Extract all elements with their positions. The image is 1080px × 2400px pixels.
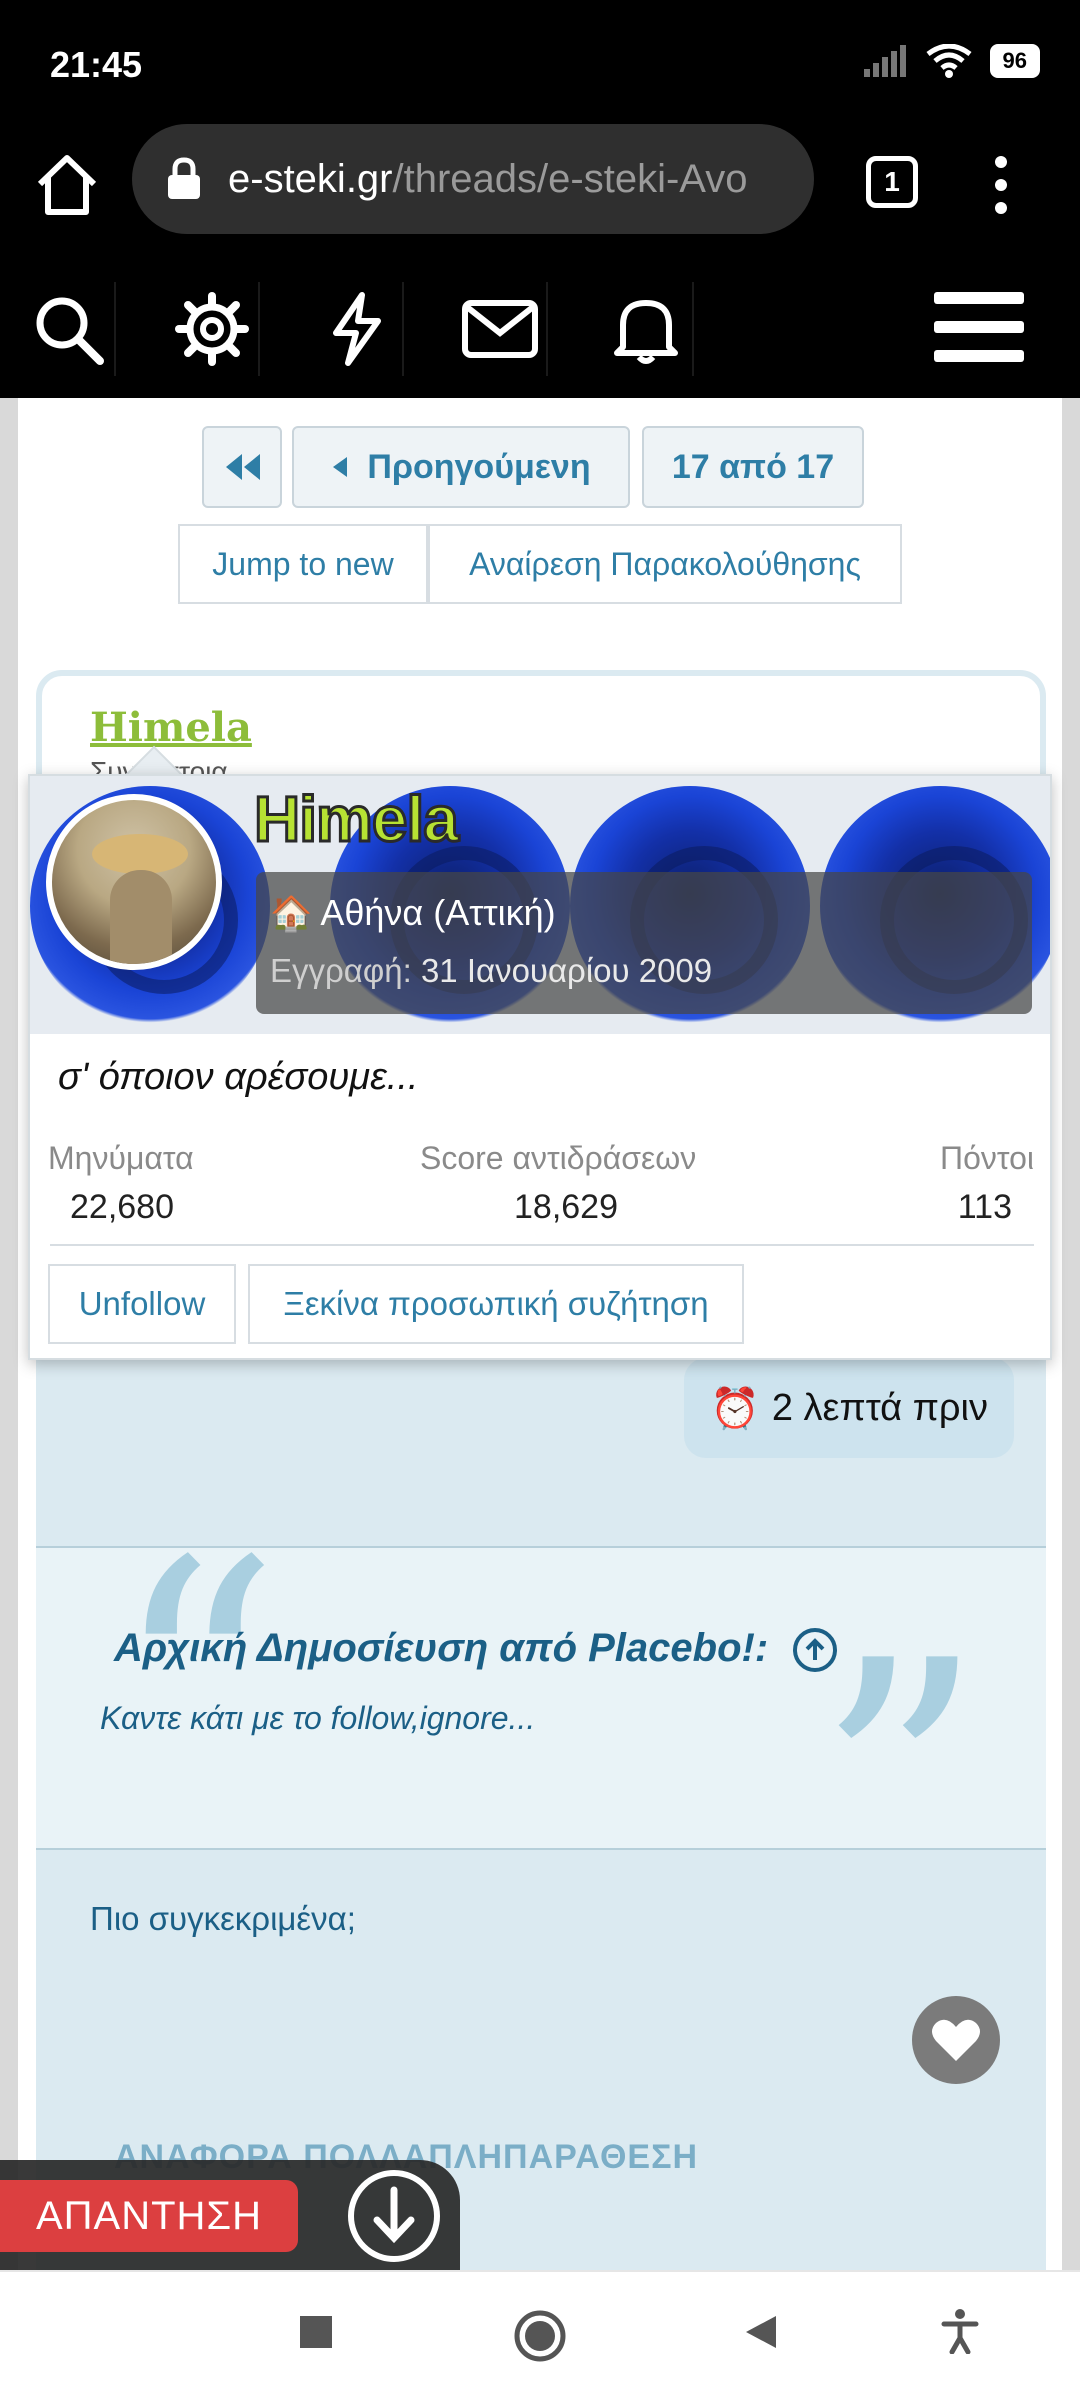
browser-menu-icon[interactable] (986, 150, 1016, 220)
browser-toolbar: e-steki.gr/threads/e-steki-Avo 1 (0, 120, 1080, 260)
unfollow-button[interactable]: Unfollow (48, 1264, 236, 1344)
messages-label: Μηνύματα (48, 1140, 194, 1176)
hamburger-menu-icon[interactable] (934, 282, 1024, 372)
reactions-value[interactable]: 18,629 (514, 1188, 618, 1227)
system-nav-bar (0, 2270, 1080, 2400)
status-icons: 96 (863, 44, 1040, 78)
home-icon[interactable] (32, 150, 102, 220)
battery-indicator: 96 (989, 44, 1040, 78)
signal-icon (863, 45, 906, 77)
url-text: e-steki.gr/threads/e-steki-Avo (228, 157, 747, 202)
open-quote-icon: “ (112, 1491, 281, 1875)
points-value[interactable]: 113 (958, 1188, 1012, 1227)
gear-icon[interactable] (166, 282, 260, 376)
bell-icon[interactable] (600, 282, 694, 376)
member-tooltip-card: Himela 🏠 Αθήνα (Αττική) Εγγραφή: 31 Ιανου… (28, 774, 1052, 1360)
quote-text: Καντε κάτι με το follow,ignore... (100, 1700, 536, 1736)
reactions-label: Score αντιδράσεων (420, 1140, 697, 1176)
profile-location: 🏠 Αθήνα (Αττική) (270, 892, 556, 934)
previous-page-button[interactable]: Προηγούμενη (292, 426, 630, 508)
previous-label: Προηγούμενη (367, 447, 591, 486)
mail-icon[interactable] (454, 282, 548, 376)
quote-block: “ ” Αρχική Δημοσίευση από Placebo!: Καντ… (36, 1518, 1046, 1948)
close-quote-icon: ” (815, 1591, 984, 1975)
profile-name[interactable]: Himela (253, 782, 461, 857)
home-circle-icon[interactable] (512, 2308, 568, 2364)
page-selector-button[interactable]: 17 από 17 (642, 426, 864, 508)
recents-icon[interactable] (296, 2312, 336, 2352)
tab-switcher-button[interactable]: 1 (866, 156, 918, 208)
registration-label: Εγγραφή: (270, 952, 412, 989)
location-text: Αθήνα (Αττική) (320, 892, 556, 933)
url-path: /threads/e-steki-Avo (392, 156, 748, 201)
site-nav (0, 260, 1080, 398)
url-host: e-steki.gr (228, 156, 393, 201)
quote-title-text: Αρχική Δημοσίευση από Placebo!: (114, 1626, 769, 1670)
first-page-button[interactable] (202, 426, 282, 508)
wifi-icon (926, 44, 972, 78)
address-bar[interactable]: e-steki.gr/threads/e-steki-Avo (132, 124, 814, 234)
lightning-icon[interactable] (310, 282, 404, 376)
heart-icon (932, 2019, 980, 2061)
like-button[interactable] (912, 1996, 1000, 2084)
post-message: Πιο συγκεκριμένα; (90, 1900, 356, 1937)
profile-banner: Himela 🏠 Αθήνα (Αττική) Εγγραφή: 31 Ιανου… (30, 776, 1050, 1034)
double-left-icon (226, 454, 260, 480)
accessibility-icon[interactable] (940, 2308, 980, 2354)
profile-info-box: 🏠 Αθήνα (Αττική) Εγγραφή: 31 Ιανουαρίου 2… (256, 872, 1032, 1014)
status-bar: 21:45 96 (0, 0, 1080, 120)
scroll-down-button[interactable] (348, 2170, 440, 2262)
alarm-clock-icon: ⏰ (710, 1386, 760, 1431)
quote-attribution[interactable]: Αρχική Δημοσίευση από Placebo!: (114, 1626, 838, 1673)
arrow-up-circle-icon[interactable] (793, 1628, 838, 1673)
post-author-link[interactable]: Himela (90, 704, 252, 751)
reply-button[interactable]: ΑΠΑΝΤΗΣΗ (0, 2180, 298, 2252)
search-icon[interactable] (22, 282, 116, 376)
profile-motto: σ' όποιον αρέσουμε... (58, 1056, 419, 1098)
jump-to-new-button[interactable]: Jump to new (178, 524, 428, 604)
lock-icon (168, 157, 200, 199)
arrow-down-icon (373, 2186, 415, 2244)
divider (50, 1244, 1034, 1246)
registration-date: 31 Ιανουαρίου 2009 (420, 952, 713, 989)
caret-left-icon (333, 457, 348, 477)
avatar[interactable] (46, 794, 222, 970)
messages-value[interactable]: 22,680 (70, 1188, 174, 1227)
profile-registration: Εγγραφή: 31 Ιανουαρίου 2009 (270, 952, 712, 990)
unwatch-thread-button[interactable]: Αναίρεση Παρακολούθησης (428, 524, 902, 604)
house-icon: 🏠 (270, 895, 313, 933)
points-label: Πόντοι (940, 1140, 1034, 1176)
back-icon[interactable] (740, 2312, 780, 2352)
status-time: 21:45 (50, 44, 143, 85)
post-time: 2 λεπτά πριν (771, 1386, 988, 1429)
post-time-badge[interactable]: ⏰ 2 λεπτά πριν (684, 1358, 1014, 1458)
start-conversation-button[interactable]: Ξεκίνα προσωπική συζήτηση (248, 1264, 744, 1344)
